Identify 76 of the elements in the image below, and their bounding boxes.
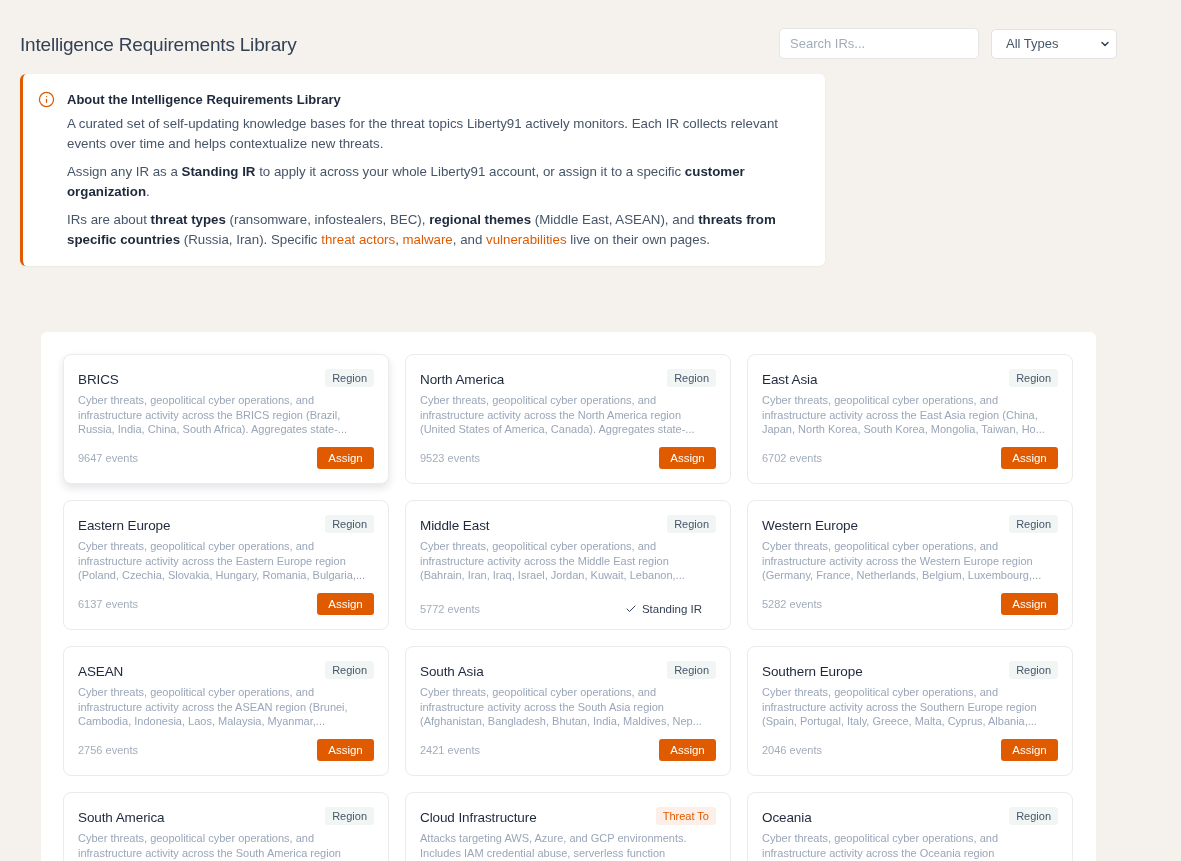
assign-button[interactable]: Assign: [317, 593, 374, 615]
event-count: 6137 events: [78, 598, 138, 610]
card-title: Southern Europe: [762, 664, 863, 679]
card-description: Cyber threats, geopolitical cyber operations, and infrastructure activity across the Middle East region (Bahrain, Iran, Iraq, Israel, Jordan, Kuwait, Lebanon,...: [420, 539, 686, 583]
ir-card[interactable]: [63, 500, 389, 630]
card-description: Cyber threats, geopolitical cyber operations, and infrastructure activity across the South Asia region (Afghanistan, Bangladesh, Bhutan, India, Maldives, Nep...: [420, 685, 703, 729]
type-tag: Region: [1009, 661, 1058, 679]
card-title: Eastern Europe: [78, 518, 171, 533]
page-title: Intelligence Requirements Library: [20, 32, 297, 56]
ir-card[interactable]: Cloud Infrastructure Threat To Attacks targeting AWS, Azure, and GCP environments. Includes IAM credential abuse, serverless function: [405, 792, 731, 861]
ir-card[interactable]: [405, 500, 731, 630]
card-title: Western Europe: [762, 518, 858, 533]
event-count: 5772 events: [420, 603, 480, 615]
info-paragraph: IRs are about threat types (ransomware, infostealers, BEC), regional themes (Middle East, ASEAN), and threats from specific countries (Russia, Iran). Specific threat actors, malware, and vulnerabilities live on their own pages.: [67, 211, 777, 249]
event-count: 2046 events: [762, 744, 822, 756]
card-description: Cyber threats, geopolitical cyber operations, and infrastructure activity across the North America region (United States of America, Canada). Aggregates state-...: [420, 393, 696, 437]
card-description: Cyber threats, geopolitical cyber operations, and infrastructure activity across the South America region: [78, 831, 342, 861]
event-count: 5282 events: [762, 598, 822, 610]
card-description: Cyber threats, geopolitical cyber operations, and infrastructure activity across the Eastern Europe region (Poland, Czechia, Slovakia, Hungary, Romania, Bulgaria,...: [78, 539, 367, 583]
type-tag: Region: [1009, 515, 1058, 533]
assign-button[interactable]: Assign: [1001, 593, 1058, 615]
ir-card[interactable]: [747, 500, 1073, 630]
ir-card[interactable]: South America Region Cyber threats, geopolitical cyber operations, and infrastructure activity across the South America region: [63, 792, 389, 861]
type-tag: Region: [1009, 807, 1058, 825]
type-tag: Region: [1009, 369, 1058, 387]
card-title: BRICS: [78, 372, 119, 387]
type-tag: Region: [667, 515, 716, 533]
event-count: 2756 events: [78, 744, 138, 756]
text-link[interactable]: malware: [402, 232, 453, 247]
info-heading: About the Intelligence Requirements Library: [67, 91, 342, 109]
event-count: 2421 events: [420, 744, 480, 756]
card-description: Cyber threats, geopolitical cyber operations, and infrastructure activity across the Western Europe region (Germany, France, Netherlands, Belgium, Luxembourg,...: [762, 539, 1043, 583]
card-title: ASEAN: [78, 664, 124, 679]
card-description: Cyber threats, geopolitical cyber operations, and infrastructure activity across the ASEAN region (Brunei, Cambodia, Indonesia, Laos, Malaysia, Myanmar,...: [78, 685, 349, 729]
card-title: Cloud Infrastructure: [420, 810, 537, 825]
card-title: South Asia: [420, 664, 484, 679]
info-icon: [38, 91, 55, 108]
card-description: Cyber threats, geopolitical cyber operations, and infrastructure activity across the East Asia region (China, Japan, North Korea, South Korea, Mongolia, Taiwan, Ho...: [762, 393, 1046, 437]
card-description: Cyber threats, geopolitical cyber operations, and infrastructure activity across the Southern Europe region (Spain, Portugal, Italy, Greece, Malta, Cyprus, Albania,...: [762, 685, 1038, 729]
assign-button[interactable]: Assign: [317, 447, 374, 469]
card-title: North America: [420, 372, 505, 387]
ir-card[interactable]: Oceania Region Cyber threats, geopolitical cyber operations, and infrastructure activity across the Oceania region: [747, 792, 1073, 861]
card-title: East Asia: [762, 372, 818, 387]
ir-card[interactable]: [405, 354, 731, 484]
search-field[interactable]: Search IRs...: [779, 28, 979, 59]
card-description: Attacks targeting AWS, Azure, and GCP environments. Includes IAM credential abuse, serverless function: [420, 831, 688, 861]
assign-button[interactable]: Assign: [1001, 447, 1058, 469]
type-tag: Region: [325, 807, 374, 825]
ir-card[interactable]: [747, 646, 1073, 776]
ir-card[interactable]: BRICS Region Cyber threats, geopolitical cyber operations, and infrastructure activity across the BRICS region (Brazil, Russia, India, China, South Africa). Aggregates state-... 9647 events Assign: [63, 354, 389, 484]
type-tag: Region: [325, 369, 374, 387]
type-tag: Region: [325, 661, 374, 679]
event-count: 9523 events: [420, 452, 480, 464]
card-description: Cyber threats, geopolitical cyber operations, and infrastructure activity across the BRICS region (Brazil, Russia, India, China, South Africa). Aggregates state-...: [78, 393, 349, 437]
info-paragraph: A curated set of self-updating knowledge bases for the threat topics Liberty91 actively monitors. Each IR collects relevant events over time and helps contextualize new threats.: [67, 115, 780, 153]
assign-button[interactable]: Assign: [317, 739, 374, 761]
assign-button[interactable]: Assign: [659, 447, 716, 469]
card-title: Middle East: [420, 518, 490, 533]
text-link[interactable]: vulnerabilities: [486, 232, 567, 247]
type-tag: Threat To: [655, 807, 716, 825]
event-count: 6702 events: [762, 452, 822, 464]
event-count: 9647 events: [78, 452, 138, 464]
card-description: Cyber threats, geopolitical cyber operations, and infrastructure activity across the Oceania region: [762, 831, 1000, 861]
ir-card[interactable]: [747, 354, 1073, 484]
assign-button[interactable]: Assign: [659, 739, 716, 761]
info-paragraph: Assign any IR as a Standing IR to apply it across your whole Liberty91 account, or assign it to a specific customer organization.: [67, 163, 746, 201]
assign-button[interactable]: Assign: [1001, 739, 1058, 761]
type-tag: Region: [667, 369, 716, 387]
type-filter-select[interactable]: All Types: [991, 28, 1117, 59]
standing-label: Standing IR: [641, 603, 702, 615]
card-title: South America: [78, 810, 165, 825]
ir-card[interactable]: South Asia Region Cyber threats, geopolitical cyber operations, and infrastructure activity across the South Asia region (Afghanistan, Bangladesh, Bhutan, India, Maldives, Nep... 2421 events Assign: [405, 646, 731, 776]
card-title: Oceania: [762, 810, 812, 825]
type-tag: Region: [667, 661, 716, 679]
ir-card[interactable]: ASEAN Region Cyber threats, geopolitical cyber operations, and infrastructure activity across the ASEAN region (Brunei, Cambodia, Indonesia, Laos, Malaysia, Myanmar,... 2756 events Assign: [63, 646, 389, 776]
type-tag: Region: [325, 515, 374, 533]
